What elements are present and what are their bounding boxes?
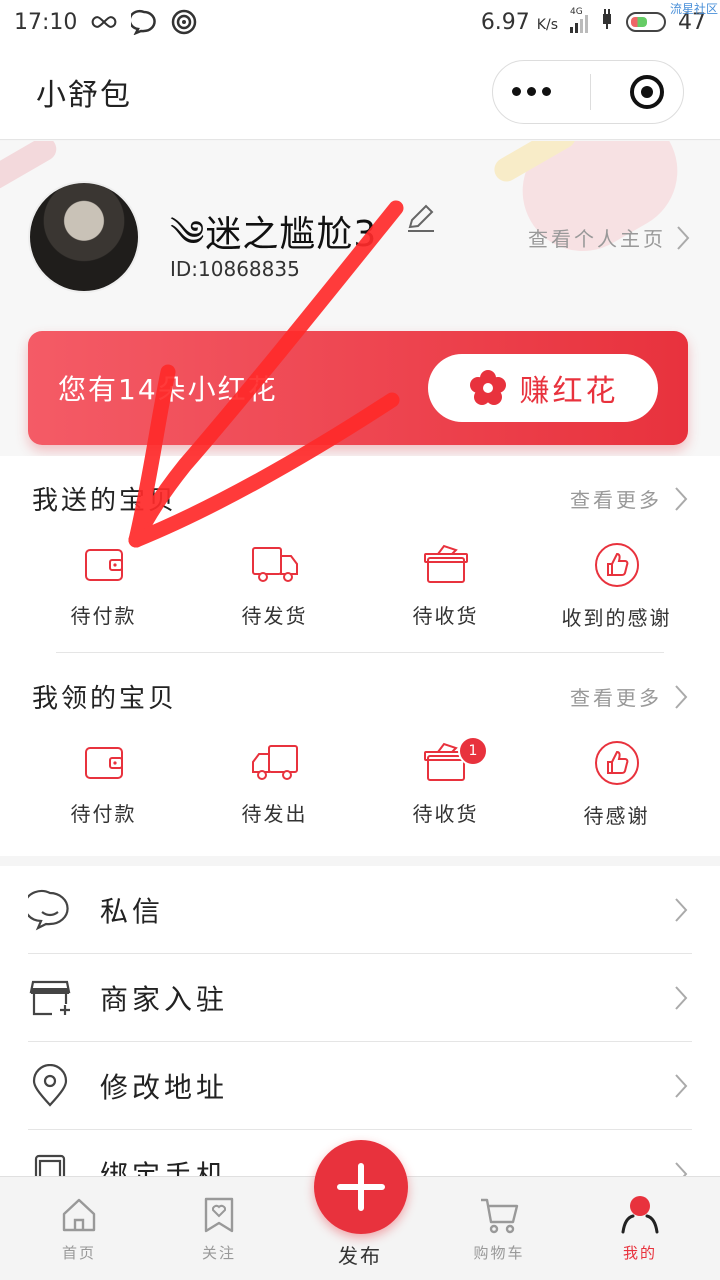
received-pending-payment[interactable]: 待付款: [18, 740, 189, 829]
user-icon: [621, 1196, 659, 1234]
tab-label: 我的: [622, 1244, 657, 1262]
received-header: 我领的宝贝 查看更多: [32, 678, 688, 715]
sent-title: 我送的宝贝: [32, 486, 178, 516]
edit-icon[interactable]: [404, 201, 438, 239]
signal-icon: 4G: [570, 7, 588, 33]
location-icon: [28, 1063, 72, 1108]
chevron-right-icon: [675, 985, 688, 1010]
received-label: 待感谢: [583, 804, 650, 828]
menu-label: 商家入驻: [100, 982, 229, 1016]
flower-icon: [469, 370, 506, 405]
sent-header: 我送的宝贝 查看更多: [32, 480, 688, 517]
received-icons: 待付款 待发出 1 待收货 待感谢: [18, 736, 702, 829]
tab-label: 首页: [61, 1244, 96, 1262]
menu-label: 修改地址: [100, 1070, 229, 1104]
page-title: 小舒包: [36, 77, 132, 113]
tab-label: 关注: [201, 1244, 236, 1262]
store-icon: [28, 976, 72, 1020]
thumbs-up-icon: [594, 543, 639, 587]
tab-cart[interactable]: 购物车: [439, 1177, 559, 1280]
sent-pending-shipment[interactable]: 待发货: [189, 542, 360, 631]
box-icon: [423, 544, 468, 583]
tab-home[interactable]: 首页: [19, 1177, 139, 1280]
received-label: 待付款: [70, 802, 137, 826]
menu-item-messages[interactable]: 私信: [28, 866, 692, 954]
capsule-divider: [589, 73, 591, 110]
sent-pending-payment[interactable]: 待付款: [18, 542, 189, 631]
chevron-right-icon: [677, 225, 690, 250]
sent-icons: 待付款 待发货 待收货 收到的感谢: [18, 542, 702, 631]
home-icon: [62, 1198, 96, 1232]
phone-icon: [28, 1152, 72, 1176]
message-bubble-icon: [131, 9, 157, 35]
chevron-right-icon: [675, 1161, 688, 1176]
profile-header: ༄迷之尴尬3 ID:10868835 查看个人主页 您有14朵小红花 赚红花: [0, 141, 720, 456]
network-speed: 6.97 K/s: [480, 9, 558, 35]
close-miniapp-icon[interactable]: [629, 74, 664, 109]
received-more-link[interactable]: 查看更多: [570, 682, 688, 711]
charging-icon: [600, 8, 614, 36]
received-label: 待收货: [412, 802, 479, 826]
avatar[interactable]: [28, 181, 140, 293]
received-label: 待发出: [241, 802, 308, 826]
wallet-icon: [84, 549, 123, 581]
nav-bar: 小舒包: [0, 44, 720, 140]
menu-item-address[interactable]: 修改地址: [28, 1042, 692, 1130]
sent-pending-receipt[interactable]: 待收货: [360, 542, 531, 631]
tab-label: 购物车: [473, 1244, 525, 1262]
user-id: ID:10868835: [170, 257, 300, 281]
menu-list: 私信 商家入驻 修改地址 绑定手机: [0, 866, 720, 1176]
menu-label: 私信: [100, 894, 165, 928]
orders-section: 我送的宝贝 查看更多 待付款 待发货 待收货 收到的感谢 我领的宝贝 查看更多: [0, 456, 720, 856]
plus-icon: [337, 1163, 385, 1211]
sent-label: 待发货: [241, 604, 308, 628]
notification-badge: 1: [458, 736, 488, 766]
earn-flowers-label: 赚红花: [519, 374, 619, 409]
status-bar: 17:10 6.97 K/s 4G 47 流星社区: [0, 0, 720, 44]
earn-flowers-button[interactable]: 赚红花: [428, 354, 658, 422]
chevron-right-icon: [675, 486, 688, 511]
thumbs-up-icon: [594, 741, 639, 785]
sent-more-label: 查看更多: [570, 488, 662, 512]
watermark: 流星社区: [669, 2, 718, 16]
received-pending-receipt[interactable]: 1 待收货: [360, 736, 531, 829]
battery-icon: [626, 12, 666, 32]
bookmark-heart-icon: [204, 1197, 234, 1233]
chevron-right-icon: [675, 897, 688, 922]
chevron-right-icon: [675, 1073, 688, 1098]
flower-card: 您有14朵小红花 赚红花: [28, 331, 688, 445]
view-homepage-link[interactable]: 查看个人主页: [528, 223, 690, 252]
infinity-icon: [91, 9, 117, 35]
received-more-label: 查看更多: [570, 686, 662, 710]
cart-icon: [481, 1198, 519, 1234]
section-divider: [56, 652, 664, 653]
sent-label: 收到的感谢: [561, 606, 672, 630]
sent-label: 待收货: [412, 604, 479, 628]
status-time: 17:10: [14, 9, 78, 35]
decoration: [0, 141, 61, 194]
sent-thanks-received[interactable]: 收到的感谢: [531, 542, 702, 631]
hotspot-icon: [171, 9, 197, 35]
view-homepage-label: 查看个人主页: [528, 227, 666, 251]
sent-label: 待付款: [70, 604, 137, 628]
received-pending-send[interactable]: 待发出: [189, 740, 360, 829]
tab-me[interactable]: 我的: [580, 1177, 700, 1280]
miniapp-capsule: [492, 59, 684, 124]
sent-more-link[interactable]: 查看更多: [570, 484, 688, 513]
menu-item-merchant[interactable]: 商家入驻: [28, 954, 692, 1042]
more-options-icon[interactable]: [512, 87, 552, 96]
publish-button[interactable]: [314, 1140, 408, 1234]
chat-icon: [28, 888, 72, 932]
flower-count-message: 您有14朵小红花: [58, 373, 278, 406]
truck-icon: [251, 745, 298, 780]
publish-label: 发布: [338, 1244, 382, 1268]
menu-label: 绑定手机: [100, 1158, 229, 1177]
tab-follow[interactable]: 关注: [159, 1177, 279, 1280]
received-title: 我领的宝贝: [32, 684, 178, 714]
wallet-icon: [84, 747, 123, 779]
received-pending-thanks[interactable]: 待感谢: [531, 740, 702, 829]
truck-icon: [251, 547, 298, 582]
chevron-right-icon: [675, 684, 688, 709]
